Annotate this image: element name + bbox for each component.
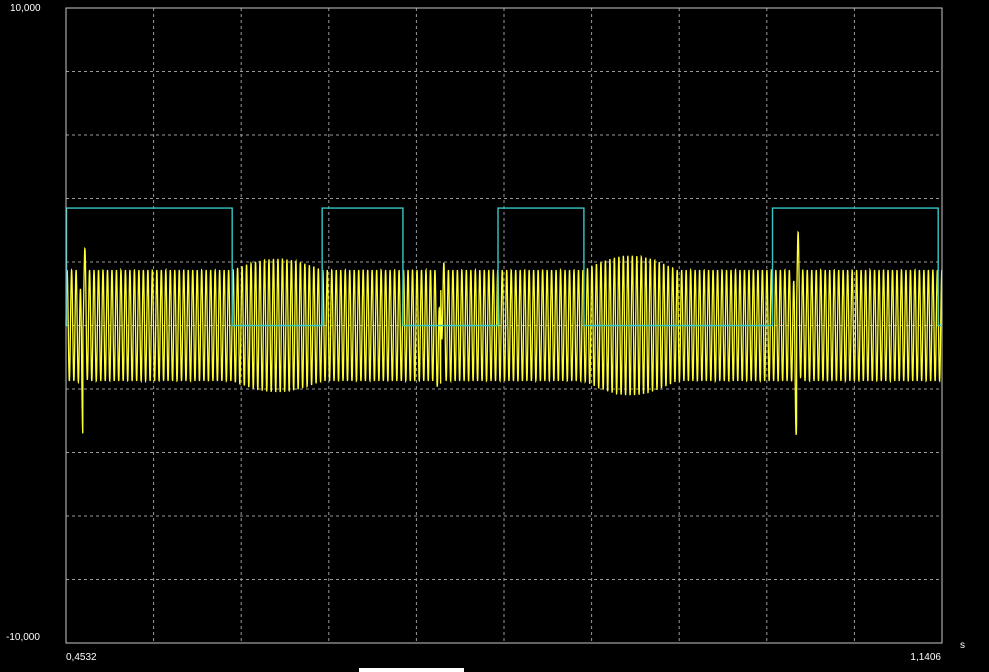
bottom-tab-indicator xyxy=(359,668,464,672)
oscilloscope-plot xyxy=(0,0,989,672)
y-axis-max-label: 10,000 xyxy=(10,3,41,14)
y-axis-min-label: -10,000 xyxy=(6,632,40,643)
x-axis-unit-label: s xyxy=(960,640,965,651)
x-axis-min-label: 0,4532 xyxy=(66,652,97,663)
x-axis-max-label: 1,1406 xyxy=(910,652,941,663)
